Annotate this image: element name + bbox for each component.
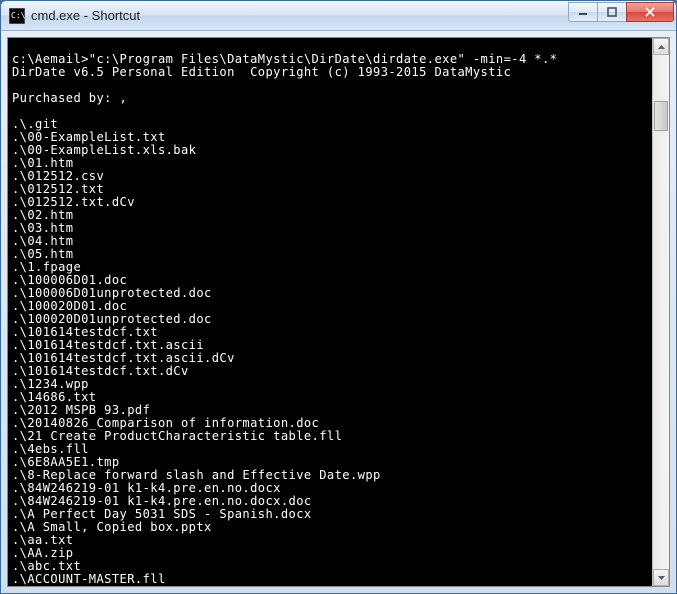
- terminal-line: .\02.htm: [12, 209, 648, 222]
- scroll-track[interactable]: [653, 55, 669, 569]
- terminal-line: .\04.htm: [12, 235, 648, 248]
- minimize-button[interactable]: [568, 2, 598, 22]
- titlebar[interactable]: C:\ cmd.exe - Shortcut: [1, 1, 676, 31]
- terminal-line: .\05.htm: [12, 248, 648, 261]
- vertical-scrollbar[interactable]: [652, 38, 669, 586]
- terminal-frame: c:\Aemail>"c:\Program Files\DataMystic\D…: [7, 37, 670, 587]
- terminal-line: .\01.htm: [12, 157, 648, 170]
- cmd-icon: C:\: [9, 8, 25, 24]
- terminal-line: .\AA.zip: [12, 547, 648, 560]
- app-window: C:\ cmd.exe - Shortcut c:\Aemail>"c:\Pro…: [0, 0, 677, 594]
- terminal-line: .\012512.csv: [12, 170, 648, 183]
- terminal-line: .\aa.txt: [12, 534, 648, 547]
- terminal-line: [12, 105, 648, 118]
- window-title: cmd.exe - Shortcut: [31, 8, 569, 23]
- svg-text:C:\: C:\: [11, 11, 25, 20]
- terminal-line: .\012512.txt.dCv: [12, 196, 648, 209]
- maximize-button[interactable]: [597, 2, 627, 22]
- terminal-line: .\A Small, Copied box.pptx: [12, 521, 648, 534]
- terminal-line: Purchased by: ,: [12, 92, 648, 105]
- scroll-thumb[interactable]: [654, 101, 668, 131]
- terminal-line: DirDate v6.5 Personal Edition Copyright …: [12, 66, 648, 79]
- terminal-line: .\21 Create ProductCharacteristic table.…: [12, 430, 648, 443]
- close-button[interactable]: [626, 2, 674, 22]
- scroll-up-button[interactable]: [653, 38, 669, 55]
- terminal-line: .\00-ExampleList.xls.bak: [12, 144, 648, 157]
- window-controls: [569, 2, 674, 22]
- terminal-line: .\1234.wpp: [12, 378, 648, 391]
- terminal-output[interactable]: c:\Aemail>"c:\Program Files\DataMystic\D…: [8, 38, 652, 586]
- terminal-line: .\101614testdcf.txt.dCv: [12, 365, 648, 378]
- scroll-down-button[interactable]: [653, 569, 669, 586]
- terminal-line: .\03.htm: [12, 222, 648, 235]
